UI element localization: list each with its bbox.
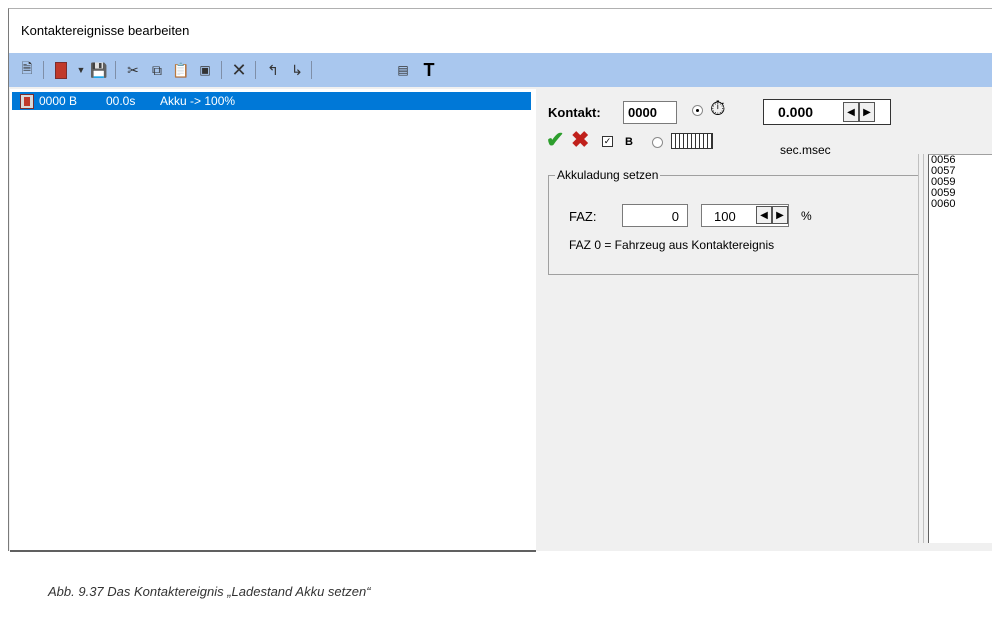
timer-radio[interactable] [692, 105, 703, 116]
kontakt-input[interactable]: 0000 [623, 101, 677, 124]
paste-special-icon[interactable]: ▣ [195, 60, 215, 80]
delete-icon[interactable]: ✕ [229, 60, 249, 80]
cut-icon[interactable]: ✂ [123, 60, 143, 80]
akkuladung-group: Akkuladung setzen FAZ: 0 100 ◀ ▶ % FAZ 0… [548, 168, 924, 275]
faz-hint: FAZ 0 = Fahrzeug aus Kontaktereignis [569, 238, 775, 252]
text-tool-icon[interactable]: T [419, 60, 439, 80]
number-list[interactable]: 0056 0057 0059 0059 0060 [928, 154, 992, 543]
stopwatch-icon: ⏱ [710, 98, 726, 120]
toolbar: 🗎 ▼ 💾 ✂ ⧉ 📋 ▣ ✕ ↰ ↳ ▤ T [9, 53, 992, 87]
row-time: 00.0s [106, 94, 136, 108]
kontakt-label: Kontakt: [548, 105, 601, 120]
cancel-button[interactable]: ✖ [571, 127, 589, 153]
save-icon[interactable]: 💾 [89, 60, 109, 80]
copy-icon[interactable]: ⧉ [147, 60, 167, 80]
time-increment-button[interactable]: ▶ [859, 102, 875, 122]
table-icon[interactable]: ▤ [393, 60, 413, 80]
move-down-icon[interactable]: ↳ [287, 60, 307, 80]
distance-radio[interactable] [652, 137, 663, 148]
window-title: Kontaktereignisse bearbeiten [21, 23, 190, 38]
row-action: Akku -> 100% [160, 94, 236, 108]
splitter[interactable] [918, 154, 924, 543]
paste-icon[interactable]: 📋 [171, 60, 191, 80]
time-unit-label: sec.msec [780, 143, 831, 157]
figure-caption: Abb. 9.37 Das Kontaktereignis „Ladestand… [48, 584, 371, 599]
percent-unit: % [801, 209, 812, 223]
toolbar-separator [43, 61, 44, 79]
event-list[interactable]: 0000 B 00.0s Akku -> 100% [10, 89, 536, 552]
faz-label: FAZ: [569, 209, 597, 224]
percent-decrement-button[interactable]: ◀ [756, 206, 772, 224]
toolbar-separator [221, 61, 222, 79]
toolbar-separator [115, 61, 116, 79]
battery-icon [20, 94, 34, 109]
b-checkbox[interactable]: ✓ [602, 136, 613, 147]
group-title: Akkuladung setzen [555, 168, 661, 182]
toolbar-separator [311, 61, 312, 79]
new-document-icon[interactable]: 🗎 [17, 60, 37, 80]
ruler-icon [671, 133, 713, 149]
title-bar: Kontaktereignisse bearbeiten [9, 9, 992, 53]
confirm-button[interactable]: ✔ [546, 127, 564, 153]
editor-window: Kontaktereignisse bearbeiten 🗎 ▼ 💾 ✂ ⧉ 📋… [8, 8, 992, 552]
toolbar-separator [255, 61, 256, 79]
event-editor-panel: Kontakt: 0000 ⏱ 0.000 ◀ ▶ ✔ ✖ ✓ B sec.ms… [540, 89, 924, 550]
move-up-icon[interactable]: ↰ [263, 60, 283, 80]
faz-input[interactable]: 0 [622, 204, 688, 227]
b-label: B [625, 136, 633, 148]
battery-insert-icon[interactable] [51, 60, 71, 80]
dropdown-arrow-icon[interactable]: ▼ [71, 60, 91, 80]
list-item[interactable]: 0000 B 00.0s Akku -> 100% [12, 92, 531, 110]
time-decrement-button[interactable]: ◀ [843, 102, 859, 122]
list-item[interactable]: 0060 [929, 199, 992, 210]
row-contact: 0000 B [39, 94, 78, 108]
percent-increment-button[interactable]: ▶ [772, 206, 788, 224]
